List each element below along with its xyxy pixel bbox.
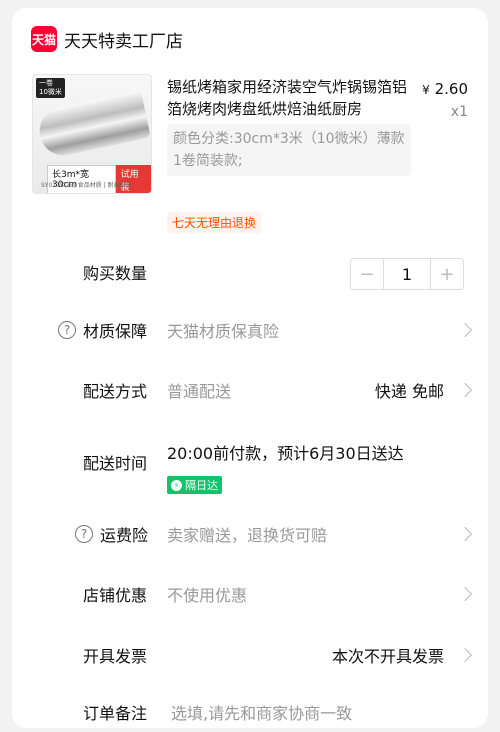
store-header[interactable]: 天猫 天天特卖工厂店 — [31, 26, 183, 52]
lightning-icon: ⚡ — [171, 479, 182, 491]
order-note-row[interactable]: 订单备注 选填,请先和商家协商一致 — [12, 692, 488, 732]
shipping-fee: 快递 免邮 — [374, 382, 444, 401]
next-day-text: 隔日达 — [185, 479, 218, 492]
thumb-fine-print: SY011铝箔 | 食品材质 | 耐高耐低 — [41, 182, 132, 189]
product-spec[interactable]: 颜色分类:30cm*3米（10微米）薄款1卷简装款; — [167, 124, 411, 176]
decrement-button[interactable]: − — [351, 259, 383, 289]
material-label: 材质保障 — [83, 322, 148, 341]
tmall-logo: 天猫 — [31, 26, 57, 52]
currency-symbol: ¥ — [422, 83, 430, 97]
invoice-value: 本次不开具发票 — [331, 647, 444, 666]
product-title[interactable]: 锡纸烤箱家用经济装空气炸锅锡箔铝箔烧烤肉烤盘纸烘焙油纸厨房 — [167, 76, 417, 120]
invoice-row[interactable]: 开具发票 本次不开具发票 — [12, 635, 488, 675]
increment-button[interactable]: + — [431, 259, 463, 289]
freight-insurance-value: 卖家赠送，退换货可赔 — [167, 526, 328, 545]
chevron-right-icon — [457, 382, 473, 398]
chevron-right-icon — [457, 526, 473, 542]
order-note-input[interactable]: 选填,请先和商家协商一致 — [171, 700, 352, 724]
material-value: 天猫材质保真险 — [167, 322, 280, 341]
next-day-badge: ⚡ 隔日达 — [167, 476, 222, 494]
quantity-stepper[interactable]: − 1 + — [350, 258, 464, 290]
shipping-value: 普通配送 — [167, 382, 232, 401]
order-note-label: 订单备注 — [83, 704, 148, 723]
return-policy-badge: 七天无理由退换 — [167, 212, 262, 233]
quantity-label: 购买数量 — [83, 264, 148, 283]
shop-discount-value: 不使用优惠 — [167, 586, 248, 605]
quantity-value[interactable]: 1 — [383, 259, 431, 289]
chevron-right-icon — [457, 322, 473, 338]
product-thumbnail[interactable]: 一卷 10微米 长3m*宽30cm 试用装 SY011铝箔 | 食品材质 | 耐… — [32, 74, 152, 194]
material-guarantee-row[interactable]: ? 材质保障 天猫材质保真险 — [12, 310, 488, 350]
freight-insurance-label: 运费险 — [100, 526, 149, 545]
freight-insurance-row[interactable]: ? 运费险 卖家赠送，退换货可赔 — [12, 514, 488, 554]
shipping-label: 配送方式 — [83, 382, 148, 401]
chevron-right-icon — [457, 647, 473, 663]
help-icon[interactable]: ? — [75, 525, 93, 543]
product-price: ¥ 2.60 — [422, 80, 468, 98]
chevron-right-icon — [457, 586, 473, 602]
order-card: 天猫 天天特卖工厂店 一卷 10微米 长3m*宽30cm 试用装 SY011铝箔… — [12, 8, 488, 728]
store-name[interactable]: 天天特卖工厂店 — [64, 27, 183, 52]
product-quantity: x1 — [450, 104, 468, 120]
invoice-label: 开具发票 — [83, 647, 148, 666]
price-value: 2.60 — [434, 80, 468, 98]
foil-roll-image — [35, 90, 151, 160]
thumb-corner-tag: 一卷 10微米 — [36, 78, 65, 98]
shop-discount-label: 店铺优惠 — [83, 586, 148, 605]
delivery-time-label: 配送时间 — [83, 454, 148, 473]
shop-discount-row[interactable]: 店铺优惠 不使用优惠 — [12, 574, 488, 614]
help-icon[interactable]: ? — [58, 321, 76, 339]
delivery-time-value: 20:00前付款，预计6月30日送达 — [167, 444, 404, 463]
shipping-method-row[interactable]: 配送方式 普通配送 快递 免邮 — [12, 370, 488, 410]
